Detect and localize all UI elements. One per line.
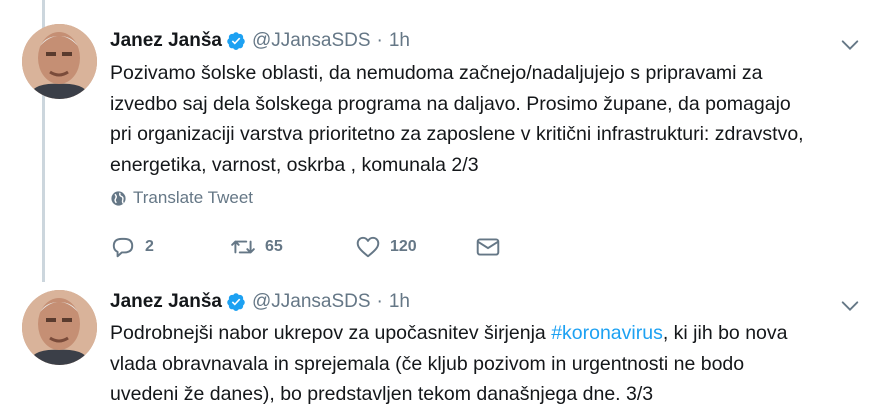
translate-tweet-link[interactable]: Translate Tweet (110, 188, 253, 208)
heart-icon (356, 236, 380, 258)
tweet-header: Janez Janša @JJansaSDS · 1h (110, 290, 410, 314)
tweet-text-line: Podrobnejši nabor ukrepov za upočasnitev… (110, 318, 870, 349)
like-count: 120 (390, 238, 417, 255)
retweet-count: 65 (265, 238, 283, 255)
timestamp[interactable]: 1h (389, 291, 410, 313)
hashtag-link[interactable]: #koronavirus (551, 322, 663, 344)
tweet-text-fragment: , ki jih bo nova (662, 322, 788, 344)
author-handle[interactable]: @JJansaSDS (252, 30, 371, 52)
tweet-text-line: energetika, varnost, oskrba , komunala 2… (110, 153, 479, 176)
tweet-text-line: uvedeni že danes), bo predstavljen tekom… (110, 383, 654, 405)
globe-icon (111, 190, 126, 206)
retweet-icon (231, 240, 255, 254)
like-button[interactable]: 120 (355, 234, 417, 260)
author-name[interactable]: Janez Janša (110, 291, 222, 313)
tweet-text-line: izvedbo saj dela šolskega programa na da… (110, 92, 791, 115)
tweet[interactable]: Janez Janša @JJansaSDS · 1h Pozivamo šol… (0, 0, 891, 282)
separator-dot: · (376, 291, 383, 312)
retweet-button[interactable]: 65 (230, 234, 283, 260)
tweet-text-line: Pozivamo šolske oblasti, da nemudoma zač… (110, 62, 763, 84)
envelope-icon (476, 238, 500, 256)
verified-badge-icon (226, 31, 246, 51)
chevron-down-icon[interactable] (839, 295, 861, 317)
direct-message-button[interactable] (475, 234, 501, 260)
chevron-down-icon[interactable] (839, 34, 861, 56)
tweet-text-line: pri organizaciji varstva prioritetno za … (110, 123, 804, 145)
timestamp[interactable]: 1h (389, 30, 410, 52)
tweet[interactable]: Janez Janša @JJansaSDS · 1h Podrobnejši … (0, 282, 891, 418)
translate-label: Translate Tweet (133, 188, 254, 207)
tweet-text-line: vlada obravnavala in sprejemala (če klju… (110, 352, 745, 375)
avatar[interactable] (22, 290, 97, 365)
tweet-text-fragment: Podrobnejši nabor ukrepov za upočasnitev… (110, 322, 552, 344)
reply-count: 2 (145, 238, 154, 255)
avatar[interactable] (22, 24, 97, 99)
tweet-header: Janez Janša @JJansaSDS · 1h (110, 29, 410, 53)
tweet-text: Podrobnejši nabor ukrepov za upočasnitev… (110, 318, 870, 410)
author-name[interactable]: Janez Janša (110, 30, 222, 52)
author-handle[interactable]: @JJansaSDS (252, 291, 371, 313)
reply-button[interactable]: 2 (110, 234, 154, 260)
reply-icon (112, 237, 134, 258)
separator-dot: · (376, 30, 383, 51)
tweet-text: Pozivamo šolske oblasti, da nemudoma zač… (110, 58, 870, 180)
verified-badge-icon (226, 292, 246, 312)
